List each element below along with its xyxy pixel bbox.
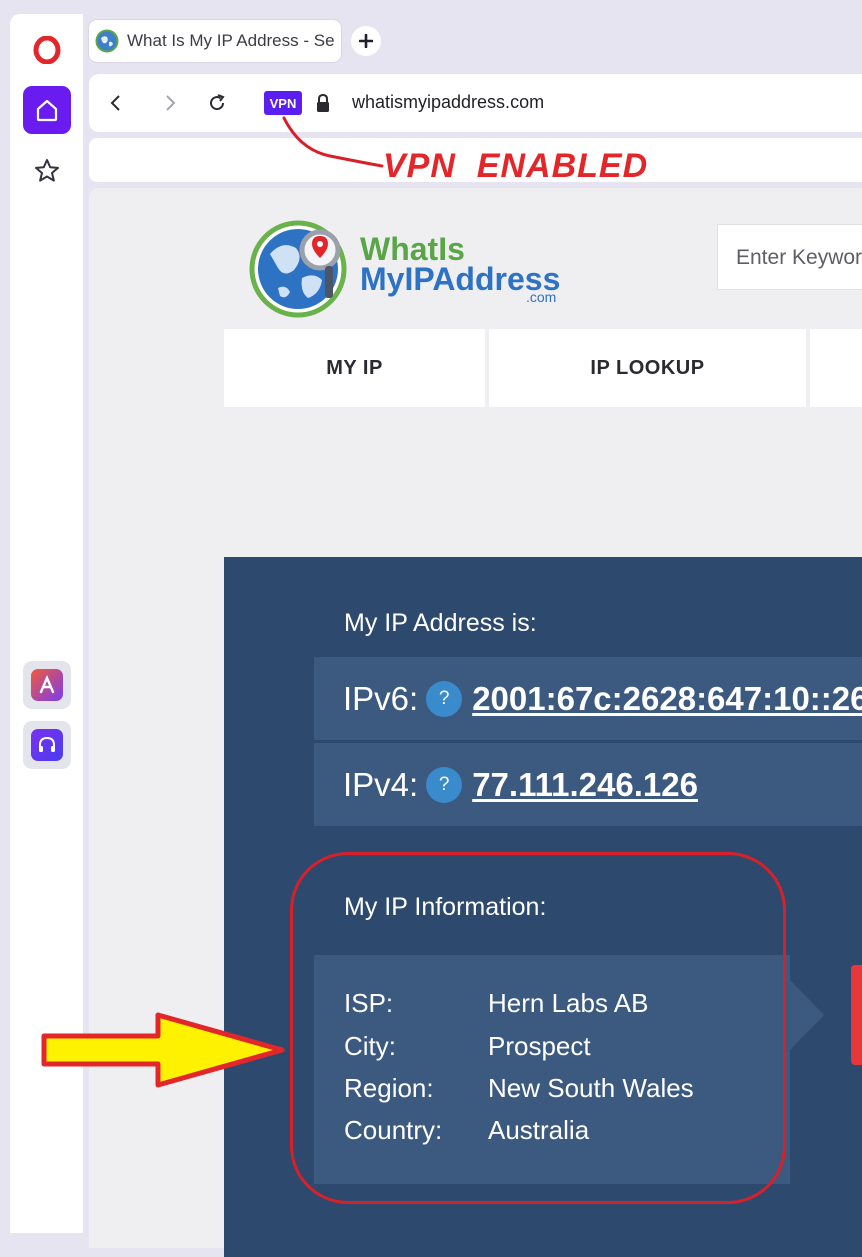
star-icon [35, 159, 59, 182]
plus-icon [359, 34, 373, 48]
partial-red-button[interactable] [851, 965, 862, 1065]
url-field[interactable]: whatismyipaddress.com [352, 92, 544, 113]
opera-logo-icon[interactable] [33, 36, 61, 64]
ipv4-row: IPv4: ? 77.111.246.126 [314, 743, 862, 826]
back-icon [110, 95, 120, 111]
ipv6-value-link[interactable]: 2001:67c:2628:647:10::26 [472, 680, 862, 718]
ipv6-row: IPv6: ? 2001:67c:2628:647:10::26 [314, 657, 862, 740]
ipv6-help-icon[interactable]: ? [426, 680, 463, 717]
annotation-yellow-arrow [41, 1012, 285, 1088]
logo-line-3: .com [526, 289, 556, 305]
forward-icon [166, 95, 176, 111]
nav-item-partial[interactable] [810, 329, 862, 407]
reload-button[interactable] [205, 91, 229, 115]
forward-button[interactable] [158, 91, 182, 115]
new-tab-button[interactable] [351, 26, 381, 56]
bookmarks-button[interactable] [31, 155, 63, 187]
annotation-red-ring [290, 852, 786, 1204]
lock-icon [317, 93, 329, 112]
ipv4-help-icon[interactable]: ? [426, 766, 463, 803]
info-box-pointer [790, 980, 824, 1050]
aria-app-button[interactable] [23, 661, 71, 709]
nav-my-ip[interactable]: MY IP [224, 329, 485, 407]
ipv4-value-link[interactable]: 77.111.246.126 [472, 766, 698, 804]
tab-title: What Is My IP Address - Se [127, 31, 335, 50]
aria-icon [39, 675, 55, 694]
nav-ip-lookup[interactable]: IP LOOKUP [489, 329, 806, 407]
annotation-curve [282, 116, 384, 168]
ipv6-label: IPv6: [343, 679, 419, 717]
search-placeholder: Enter Keywor [736, 246, 862, 269]
ipv4-label: IPv4: [343, 765, 419, 803]
site-logo[interactable]: WhatIs MyIPAddress .com [248, 214, 568, 324]
home-icon [36, 99, 58, 122]
reload-icon [210, 94, 225, 111]
home-button[interactable] [23, 86, 71, 134]
ip-address-heading: My IP Address is: [344, 609, 537, 637]
back-button[interactable] [104, 91, 128, 115]
player-app-button[interactable] [23, 721, 71, 769]
headphones-icon [39, 736, 55, 752]
browser-tab[interactable]: What Is My IP Address - Se [89, 20, 341, 62]
vpn-enabled-annotation: VPN ENABLED [383, 147, 649, 185]
globe-favicon-icon [95, 29, 119, 53]
